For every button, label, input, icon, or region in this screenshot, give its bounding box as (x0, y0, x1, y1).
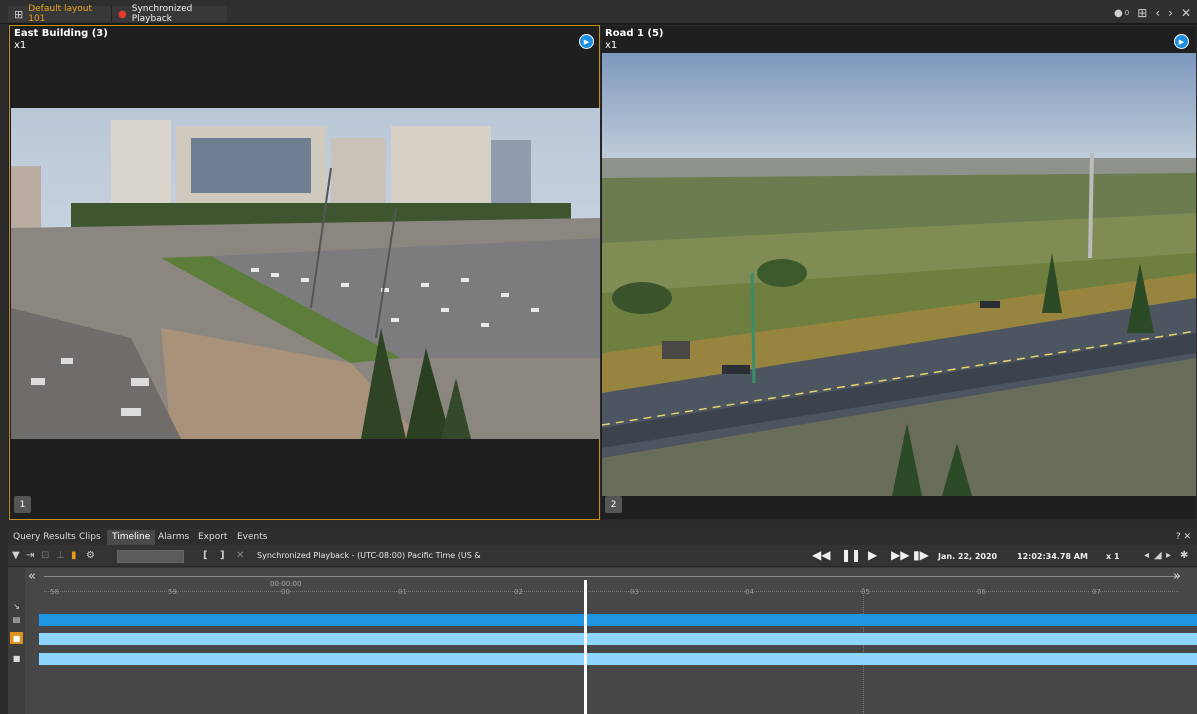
timeline-side-strip: ↘ ▤ ■ ■ (8, 568, 25, 714)
tick-label: 06 (977, 588, 986, 596)
playback-time: 12:02:34.78 AM (1017, 552, 1088, 561)
playback-date: Jan. 22, 2020 (938, 552, 998, 561)
timeline-toolbar: ▼ ⇥ ⊡ ⊥ ▮ ⚙ [ ] ✕ Synchronized Playback … (8, 545, 1197, 567)
tab-events[interactable]: Events (237, 532, 267, 542)
pause-icon[interactable]: ❚❚ (841, 548, 861, 562)
cursor-tool-icon[interactable]: ↘ (10, 600, 23, 612)
film-icon[interactable]: ▤ (10, 613, 23, 625)
rewind-icon[interactable]: ◀◀ (812, 548, 830, 562)
timeline-ruler (44, 576, 1179, 577)
tile-number-badge: 1 (14, 496, 31, 513)
track-bar-camera-1[interactable] (39, 633, 1197, 645)
tick-label: 02 (514, 588, 523, 596)
camera-video-frame (11, 108, 600, 439)
zoom-out-icon[interactable]: « (28, 569, 36, 584)
tile-number-badge: 2 (605, 496, 622, 513)
sync-settings-icon[interactable]: ✱ (1180, 550, 1188, 561)
timeline-search-field[interactable] (117, 550, 184, 563)
timeline-gridline (863, 588, 864, 714)
camera-icon[interactable]: ■ (10, 652, 23, 664)
tick-label: 04 (745, 588, 754, 596)
video-tile-1[interactable]: East Building (3) x1 ▶ 1 (9, 25, 600, 520)
export-icon[interactable]: ⊥ (56, 550, 65, 561)
camera-title: Road 1 (5) (605, 28, 664, 39)
track-bar-recording[interactable] (39, 614, 1197, 626)
clear-marks-icon[interactable]: ✕ (236, 550, 244, 561)
mark-in-bracket[interactable]: [ (203, 550, 208, 561)
video-wall: East Building (3) x1 ▶ 1 Road 1 (5) x1 ▶… (8, 24, 1197, 520)
tick-label: 00 (281, 588, 290, 596)
tab-alarms[interactable]: Alarms (158, 532, 189, 542)
playback-speed: x1 (14, 40, 27, 51)
status-count: 0 (1124, 9, 1130, 17)
bar-chart-icon[interactable]: ▮ (71, 550, 77, 561)
timeline-description: Synchronized Playback - (UTC-08:00) Paci… (257, 551, 481, 560)
pane-help-close[interactable]: ? ✕ (1176, 532, 1191, 542)
tab-default-layout[interactable]: ⊞ Default layout 101 (8, 4, 111, 24)
tab-clips[interactable]: Clips (79, 532, 101, 542)
lock-icon[interactable]: ⊡ (41, 550, 49, 561)
zoom-in-icon[interactable]: » (1173, 569, 1181, 584)
chevron-left-icon[interactable]: ‹ (1155, 6, 1160, 20)
tab-synchronized-playback[interactable]: ● Synchronized Playback (111, 4, 227, 24)
tab-timeline[interactable]: Timeline (107, 530, 156, 545)
filter-icon[interactable]: ▼ (12, 550, 20, 561)
camera-active-icon[interactable]: ■ (10, 632, 23, 644)
tick-label: 01 (398, 588, 407, 596)
window-controls: ● 0 ⊞ ‹ › ✕ (1114, 6, 1191, 20)
tab-query-results[interactable]: Query Results (13, 532, 76, 542)
timeline-start-stamp: 00:00:00 (270, 580, 302, 588)
camera-video-frame (602, 53, 1196, 496)
track-bar-camera-2[interactable] (39, 653, 1197, 665)
tab-label: Synchronized Playback (131, 4, 193, 24)
layout-grid-icon: ⊞ (14, 7, 24, 21)
camera-title: East Building (3) (14, 28, 108, 39)
sync-playback-icon: ● (118, 8, 127, 20)
timeline-dots (44, 591, 1179, 592)
tick-label: 58 (50, 588, 59, 596)
timeline-area[interactable]: ↘ ▤ ■ ■ « » 00:00:00 58 59 00 01 02 03 0… (8, 568, 1197, 714)
close-icon[interactable]: ✕ (1181, 6, 1191, 20)
play-icon[interactable]: ▶ (1174, 34, 1189, 49)
settings-icon[interactable]: ⚙ (86, 550, 95, 561)
layout-grid-button-icon[interactable]: ⊞ (1137, 6, 1147, 20)
chevron-right-icon[interactable]: › (1168, 6, 1173, 20)
jump-icon[interactable]: ⇥ (26, 550, 34, 561)
video-tile-2[interactable]: Road 1 (5) x1 ▶ 2 (600, 25, 1197, 520)
tick-label: 59 (168, 588, 177, 596)
speed-decrease-icon[interactable]: ◂ (1144, 550, 1149, 561)
step-forward-icon[interactable]: ▮▶ (913, 548, 929, 562)
speed-increase-icon[interactable]: ▸ (1166, 550, 1171, 561)
playback-speed-readout[interactable]: x 1 (1106, 552, 1120, 561)
playhead[interactable] (584, 580, 587, 714)
tab-label: Default layout 101 (28, 4, 93, 24)
play-forward-icon[interactable]: ▶ (868, 548, 877, 562)
fast-forward-icon[interactable]: ▶▶ (891, 548, 909, 562)
speed-slider-icon[interactable]: ◢ (1154, 550, 1162, 561)
pane-tab-row: Query Results Clips Timeline Alarms Expo… (8, 528, 1197, 545)
layout-tab-bar: ⊞ Default layout 101 ● Synchronized Play… (0, 0, 1197, 24)
bottom-pane: Query Results Clips Timeline Alarms Expo… (8, 528, 1197, 714)
tab-export[interactable]: Export (198, 532, 227, 542)
play-icon[interactable]: ▶ (579, 34, 594, 49)
playback-speed: x1 (605, 40, 618, 51)
status-dot-icon: ● (1114, 7, 1123, 19)
tick-label: 07 (1092, 588, 1101, 596)
mark-out-bracket[interactable]: ] (220, 550, 225, 561)
tick-label: 03 (630, 588, 639, 596)
